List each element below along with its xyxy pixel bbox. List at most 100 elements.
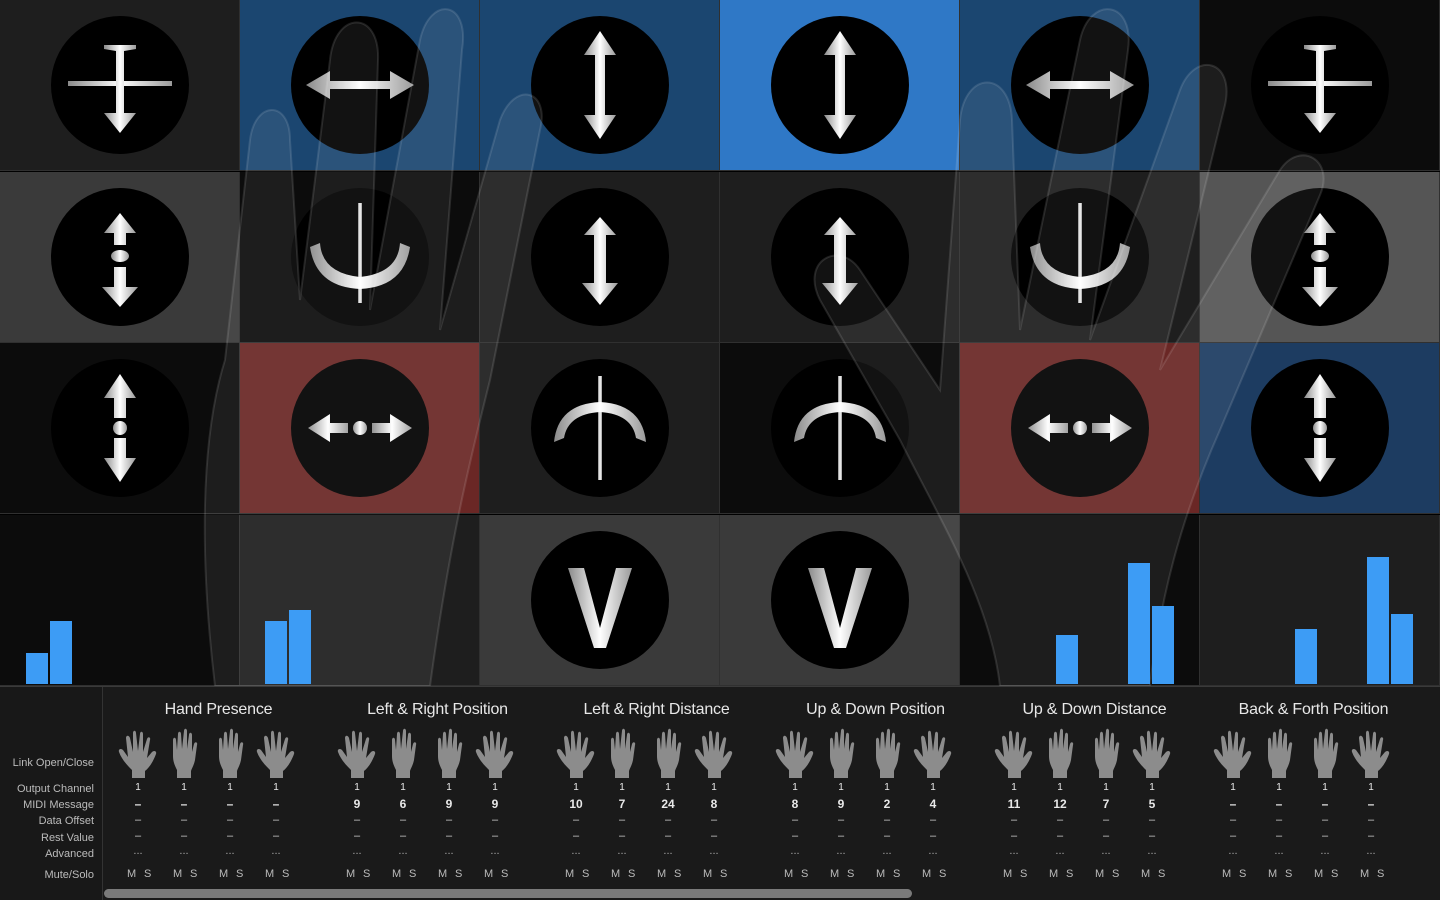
solo-button[interactable]: S bbox=[1239, 868, 1246, 880]
data-offset-value[interactable]: – bbox=[115, 814, 161, 826]
data-offset-value[interactable]: – bbox=[334, 814, 380, 826]
midi-message-value[interactable]: – bbox=[1348, 797, 1394, 811]
advanced-button[interactable]: ... bbox=[1348, 845, 1394, 857]
rest-value[interactable]: – bbox=[553, 830, 599, 842]
gesture-cell-r1-c5[interactable] bbox=[960, 0, 1200, 171]
mute-button[interactable]: M bbox=[830, 868, 839, 880]
open-hand-icon[interactable] bbox=[337, 728, 377, 778]
mute-button[interactable]: M bbox=[219, 868, 228, 880]
mute-button[interactable]: M bbox=[611, 868, 620, 880]
midi-message-value[interactable]: 7 bbox=[599, 797, 645, 811]
mute-button[interactable]: M bbox=[657, 868, 666, 880]
open-hand-icon[interactable] bbox=[1132, 728, 1172, 778]
mute-button[interactable]: M bbox=[876, 868, 885, 880]
output-channel-value[interactable]: 1 bbox=[691, 782, 737, 793]
midi-message-value[interactable]: – bbox=[1302, 797, 1348, 811]
output-channel-value[interactable]: 1 bbox=[472, 782, 518, 793]
mute-button[interactable]: M bbox=[392, 868, 401, 880]
advanced-button[interactable]: ... bbox=[207, 845, 253, 857]
mute-button[interactable]: M bbox=[565, 868, 574, 880]
data-offset-value[interactable]: – bbox=[472, 814, 518, 826]
gesture-cell-r2-c2[interactable] bbox=[240, 171, 480, 343]
rest-value[interactable]: – bbox=[1037, 830, 1083, 842]
rest-value[interactable]: – bbox=[1348, 830, 1394, 842]
rest-value[interactable]: – bbox=[818, 830, 864, 842]
midi-message-value[interactable]: 8 bbox=[772, 797, 818, 811]
open-hand-icon[interactable] bbox=[118, 728, 158, 778]
gesture-cell-r4-c4[interactable] bbox=[720, 514, 960, 686]
gesture-cell-r3-c6[interactable] bbox=[1200, 343, 1440, 514]
rest-value[interactable]: – bbox=[207, 830, 253, 842]
mute-button[interactable]: M bbox=[346, 868, 355, 880]
data-offset-value[interactable]: – bbox=[380, 814, 426, 826]
rest-value[interactable]: – bbox=[1083, 830, 1129, 842]
mute-button[interactable]: M bbox=[922, 868, 931, 880]
advanced-button[interactable]: ... bbox=[161, 845, 207, 857]
mute-button[interactable]: M bbox=[265, 868, 274, 880]
output-channel-value[interactable]: 1 bbox=[553, 782, 599, 793]
mute-button[interactable]: M bbox=[173, 868, 182, 880]
data-offset-value[interactable]: – bbox=[207, 814, 253, 826]
closed-hand-icon[interactable] bbox=[1305, 728, 1345, 778]
midi-message-value[interactable]: 2 bbox=[864, 797, 910, 811]
midi-message-value[interactable]: 9 bbox=[472, 797, 518, 811]
mute-button[interactable]: M bbox=[703, 868, 712, 880]
output-channel-value[interactable]: 1 bbox=[426, 782, 472, 793]
closed-hand-icon[interactable] bbox=[867, 728, 907, 778]
gesture-cell-r4-c3[interactable] bbox=[480, 514, 720, 686]
advanced-button[interactable]: ... bbox=[426, 845, 472, 857]
mute-button[interactable]: M bbox=[1141, 868, 1150, 880]
rest-value[interactable]: – bbox=[253, 830, 299, 842]
mute-button[interactable]: M bbox=[1314, 868, 1323, 880]
gesture-cell-r2-c5[interactable] bbox=[960, 171, 1200, 343]
solo-button[interactable]: S bbox=[363, 868, 370, 880]
gesture-cell-r2-c3[interactable] bbox=[480, 171, 720, 343]
data-offset-value[interactable]: – bbox=[1256, 814, 1302, 826]
data-offset-value[interactable]: – bbox=[253, 814, 299, 826]
output-channel-value[interactable]: 1 bbox=[1210, 782, 1256, 793]
open-hand-icon[interactable] bbox=[475, 728, 515, 778]
data-offset-value[interactable]: – bbox=[1083, 814, 1129, 826]
output-channel-value[interactable]: 1 bbox=[599, 782, 645, 793]
data-offset-value[interactable]: – bbox=[991, 814, 1037, 826]
gesture-cell-r1-c6[interactable] bbox=[1200, 0, 1440, 171]
advanced-button[interactable]: ... bbox=[1037, 845, 1083, 857]
data-offset-value[interactable]: – bbox=[1348, 814, 1394, 826]
solo-button[interactable]: S bbox=[1066, 868, 1073, 880]
solo-button[interactable]: S bbox=[1377, 868, 1384, 880]
data-offset-value[interactable]: – bbox=[818, 814, 864, 826]
rest-value[interactable]: – bbox=[599, 830, 645, 842]
midi-message-value[interactable]: 6 bbox=[380, 797, 426, 811]
open-hand-icon[interactable] bbox=[556, 728, 596, 778]
output-channel-value[interactable]: 1 bbox=[864, 782, 910, 793]
midi-message-value[interactable]: 10 bbox=[553, 797, 599, 811]
midi-message-value[interactable]: 9 bbox=[818, 797, 864, 811]
advanced-button[interactable]: ... bbox=[115, 845, 161, 857]
closed-hand-icon[interactable] bbox=[602, 728, 642, 778]
advanced-button[interactable]: ... bbox=[864, 845, 910, 857]
gesture-cell-r1-c3[interactable] bbox=[480, 0, 720, 171]
solo-button[interactable]: S bbox=[628, 868, 635, 880]
midi-message-value[interactable]: – bbox=[207, 797, 253, 811]
data-offset-value[interactable]: – bbox=[910, 814, 956, 826]
advanced-button[interactable]: ... bbox=[334, 845, 380, 857]
closed-hand-icon[interactable] bbox=[1086, 728, 1126, 778]
open-hand-icon[interactable] bbox=[1351, 728, 1391, 778]
gesture-cell-r2-c6[interactable] bbox=[1200, 171, 1440, 343]
midi-message-value[interactable]: 9 bbox=[426, 797, 472, 811]
advanced-button[interactable]: ... bbox=[1256, 845, 1302, 857]
open-hand-icon[interactable] bbox=[775, 728, 815, 778]
advanced-button[interactable]: ... bbox=[1302, 845, 1348, 857]
data-offset-value[interactable]: – bbox=[772, 814, 818, 826]
gesture-cell-r1-c1[interactable] bbox=[0, 0, 240, 171]
output-channel-value[interactable]: 1 bbox=[1256, 782, 1302, 793]
solo-button[interactable]: S bbox=[1158, 868, 1165, 880]
rest-value[interactable]: – bbox=[472, 830, 518, 842]
data-offset-value[interactable]: – bbox=[161, 814, 207, 826]
midi-message-value[interactable]: 11 bbox=[991, 797, 1037, 811]
mute-button[interactable]: M bbox=[438, 868, 447, 880]
mute-button[interactable]: M bbox=[1222, 868, 1231, 880]
data-offset-value[interactable]: – bbox=[1129, 814, 1175, 826]
output-channel-value[interactable]: 1 bbox=[1083, 782, 1129, 793]
advanced-button[interactable]: ... bbox=[645, 845, 691, 857]
